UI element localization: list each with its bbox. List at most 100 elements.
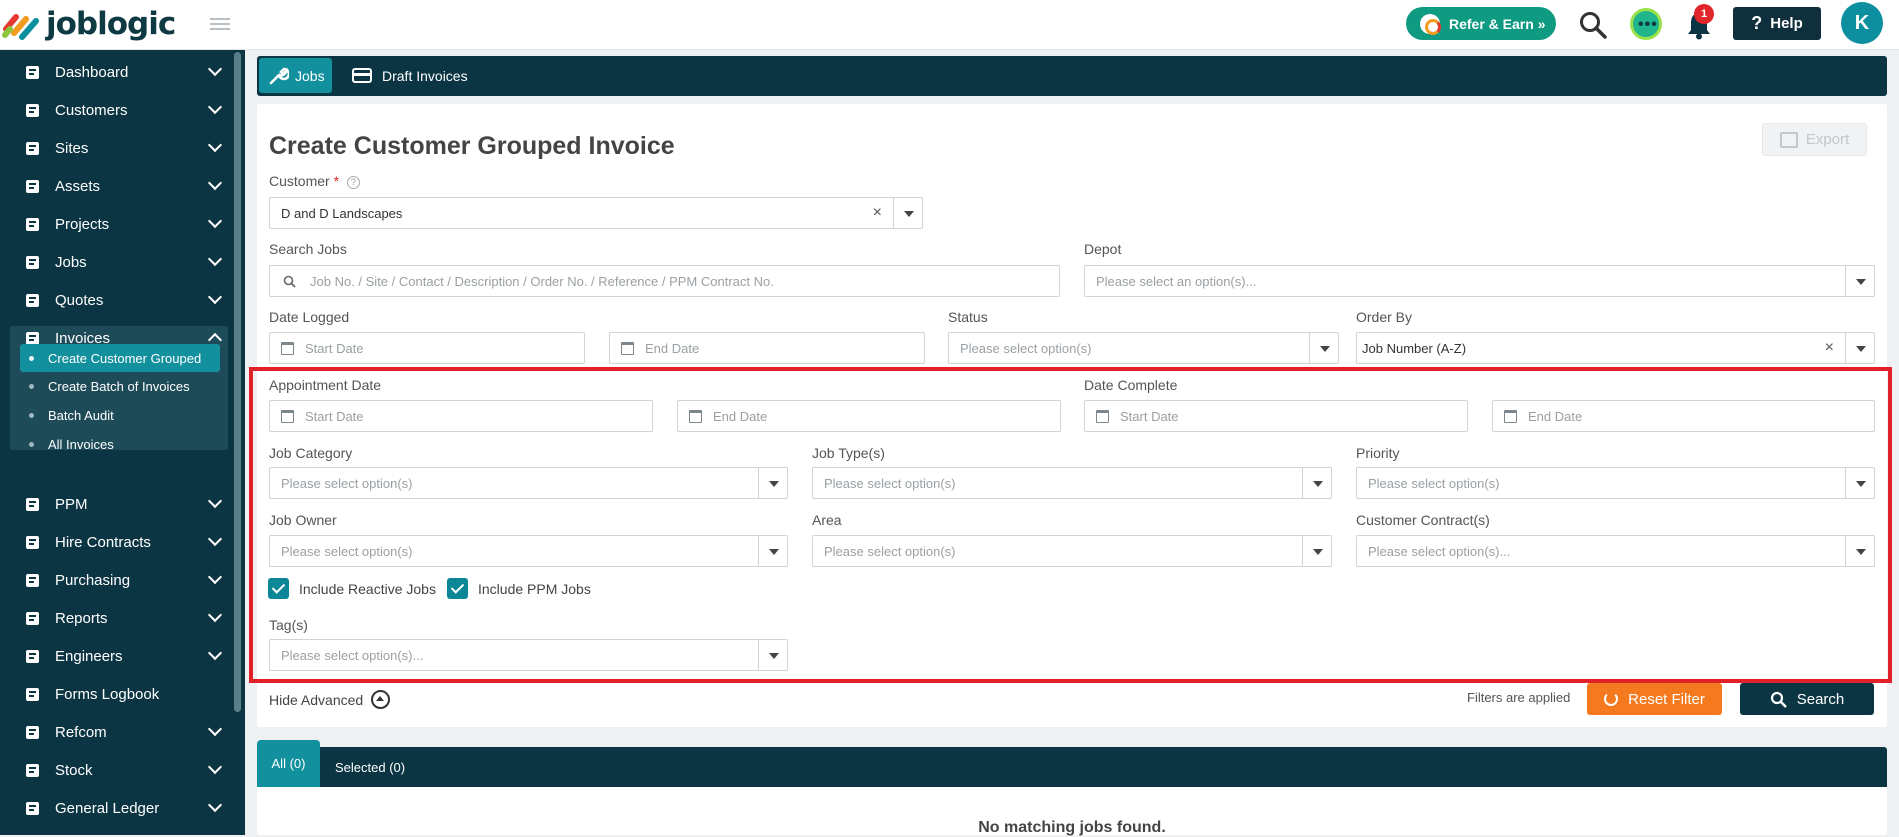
menu-toggle-icon[interactable] bbox=[210, 15, 230, 33]
top-bar: joblogic Refer & Earn » ••• 1 ? Help K bbox=[0, 0, 1899, 50]
order-by-select[interactable]: Job Number (A-Z) × bbox=[1356, 332, 1875, 364]
hide-advanced-label: Hide Advanced bbox=[269, 691, 364, 708]
tab-jobs[interactable]: Jobs bbox=[259, 58, 332, 93]
sidebar-item-label: Assets bbox=[55, 177, 101, 195]
chevron-down-icon bbox=[207, 137, 223, 153]
chevron-down-icon[interactable] bbox=[893, 198, 922, 228]
sidebar-scroll-thumb[interactable] bbox=[234, 52, 241, 712]
job-owner-label: Job Owner bbox=[269, 512, 337, 528]
sidebar-item-engineers[interactable]: Engineers bbox=[0, 637, 230, 675]
logo-text: joblogic bbox=[46, 6, 176, 42]
search-icon[interactable] bbox=[1578, 10, 1608, 40]
refer-and-earn-button[interactable]: Refer & Earn » bbox=[1406, 7, 1556, 40]
date-complete-label: Date Complete bbox=[1084, 377, 1178, 393]
sidebar-item-jobs[interactable]: Jobs bbox=[0, 243, 230, 281]
chevron-down-icon[interactable] bbox=[1845, 468, 1874, 498]
sidebar-item-label: Customers bbox=[55, 101, 128, 119]
date-complete-start-input[interactable]: Start Date bbox=[1084, 400, 1468, 432]
search-jobs-label: Search Jobs bbox=[269, 241, 347, 257]
ledger-icon bbox=[24, 800, 40, 816]
sidebar-item-stock[interactable]: Stock bbox=[0, 751, 230, 789]
avatar[interactable]: K bbox=[1841, 2, 1883, 44]
results-tab-strip bbox=[257, 747, 1887, 787]
joblogic-logo-icon bbox=[2, 14, 39, 40]
chevron-down-icon[interactable] bbox=[758, 640, 787, 670]
sidebar-item-assets[interactable]: Assets bbox=[0, 167, 230, 205]
sidebar-subitem-label: All Invoices bbox=[48, 436, 114, 452]
help-button[interactable]: ? Help bbox=[1733, 7, 1821, 40]
tags-select[interactable]: Please select option(s)... bbox=[269, 639, 788, 671]
end-date-placeholder: End Date bbox=[713, 408, 768, 424]
hide-advanced-toggle[interactable]: Hide Advanced bbox=[269, 690, 391, 709]
sidebar-item-general-ledger[interactable]: General Ledger bbox=[0, 789, 230, 827]
date-complete-end-input[interactable]: End Date bbox=[1492, 400, 1875, 432]
depot-select[interactable]: Please select an option(s)... bbox=[1084, 265, 1875, 297]
sidebar-item-forms-logbook[interactable]: Forms Logbook bbox=[0, 675, 230, 713]
sidebar-item-customers[interactable]: Customers bbox=[0, 91, 230, 129]
customer-select[interactable]: D and D Landscapes × bbox=[269, 197, 923, 229]
sidebar-subitem-all-invoices[interactable]: All Invoices bbox=[20, 430, 220, 458]
chevron-up-circle-icon bbox=[371, 690, 391, 709]
chevron-down-icon bbox=[207, 99, 223, 115]
clear-icon[interactable]: × bbox=[1825, 339, 1834, 357]
tab-all[interactable]: All (0) bbox=[257, 740, 320, 787]
chevron-down-icon[interactable] bbox=[758, 536, 787, 566]
date-logged-start-input[interactable]: Start Date bbox=[269, 332, 585, 364]
job-category-select[interactable]: Please select option(s) bbox=[269, 467, 788, 499]
app-logo[interactable]: joblogic bbox=[2, 6, 176, 42]
chat-icon[interactable]: ••• bbox=[1630, 8, 1662, 40]
sidebar-item-hire-contracts[interactable]: Hire Contracts bbox=[0, 523, 230, 561]
sidebar-item-dashboard[interactable]: Dashboard bbox=[0, 53, 230, 91]
customer-contracts-select[interactable]: Please select option(s)... bbox=[1356, 535, 1875, 567]
chevron-down-icon[interactable] bbox=[1845, 266, 1874, 296]
job-owner-select[interactable]: Please select option(s) bbox=[269, 535, 788, 567]
help-circle-icon[interactable]: ? bbox=[346, 176, 360, 189]
area-label: Area bbox=[812, 512, 842, 528]
appointment-start-input[interactable]: Start Date bbox=[269, 400, 653, 432]
sidebar-item-reports[interactable]: Reports bbox=[0, 599, 230, 637]
sidebar-item-refcom[interactable]: Refcom bbox=[0, 713, 230, 751]
appointment-end-input[interactable]: End Date bbox=[677, 400, 1061, 432]
sidebar-item-purchasing[interactable]: Purchasing bbox=[0, 561, 230, 599]
sidebar-item-ppm[interactable]: PPM bbox=[0, 485, 230, 523]
job-types-select[interactable]: Please select option(s) bbox=[812, 467, 1332, 499]
sidebar-item-projects[interactable]: Projects bbox=[0, 205, 230, 243]
status-select[interactable]: Please select option(s) bbox=[948, 332, 1339, 364]
date-logged-end-input[interactable]: End Date bbox=[609, 332, 925, 364]
chevron-down-icon bbox=[207, 721, 223, 737]
chevron-down-icon[interactable] bbox=[1302, 536, 1331, 566]
sidebar-subitem-batch-audit[interactable]: Batch Audit bbox=[20, 401, 220, 429]
chevron-down-icon[interactable] bbox=[1845, 333, 1874, 363]
engineers-icon bbox=[24, 648, 40, 664]
search-jobs-input[interactable]: Job No. / Site / Contact / Description /… bbox=[269, 265, 1060, 297]
sidebar-subitem-create-batch-of-invoices[interactable]: Create Batch of Invoices bbox=[20, 372, 220, 400]
sidebar-item-quotes[interactable]: Quotes bbox=[0, 281, 230, 319]
reset-filter-button[interactable]: Reset Filter bbox=[1587, 683, 1722, 715]
tab-draft-invoices[interactable]: Draft Invoices bbox=[352, 58, 468, 93]
sidebar-item-sites[interactable]: Sites bbox=[0, 129, 230, 167]
chevron-down-icon[interactable] bbox=[758, 468, 787, 498]
chevron-down-icon bbox=[207, 531, 223, 547]
include-reactive-checkbox[interactable] bbox=[268, 578, 289, 599]
sidebar-subitem-create-customer-grouped[interactable]: Create Customer Grouped bbox=[20, 344, 220, 372]
export-button[interactable]: Export bbox=[1762, 123, 1867, 156]
clear-icon[interactable]: × bbox=[873, 204, 882, 222]
order-by-value: Job Number (A-Z) bbox=[1362, 340, 1467, 356]
include-ppm-checkbox[interactable] bbox=[447, 578, 468, 599]
sidebar-subitem-label: Create Customer Grouped bbox=[48, 350, 202, 366]
sidebar-subitem-label: Create Batch of Invoices bbox=[48, 378, 190, 394]
customer-contracts-placeholder: Please select option(s)... bbox=[1368, 543, 1511, 559]
customer-label: Customer * ? bbox=[269, 173, 360, 189]
area-select[interactable]: Please select option(s) bbox=[812, 535, 1332, 567]
sidebar-item-label: Engineers bbox=[55, 647, 123, 665]
chevron-down-icon[interactable] bbox=[1845, 536, 1874, 566]
tab-selected[interactable]: Selected (0) bbox=[335, 747, 405, 787]
stock-icon bbox=[24, 762, 40, 778]
chevron-down-icon[interactable] bbox=[1309, 333, 1338, 363]
chevron-down-icon[interactable] bbox=[1302, 468, 1331, 498]
calendar-icon bbox=[1096, 409, 1109, 423]
search-button[interactable]: Search bbox=[1740, 683, 1874, 715]
book-icon bbox=[24, 686, 40, 702]
contract-icon bbox=[24, 534, 40, 550]
priority-select[interactable]: Please select option(s) bbox=[1356, 467, 1875, 499]
